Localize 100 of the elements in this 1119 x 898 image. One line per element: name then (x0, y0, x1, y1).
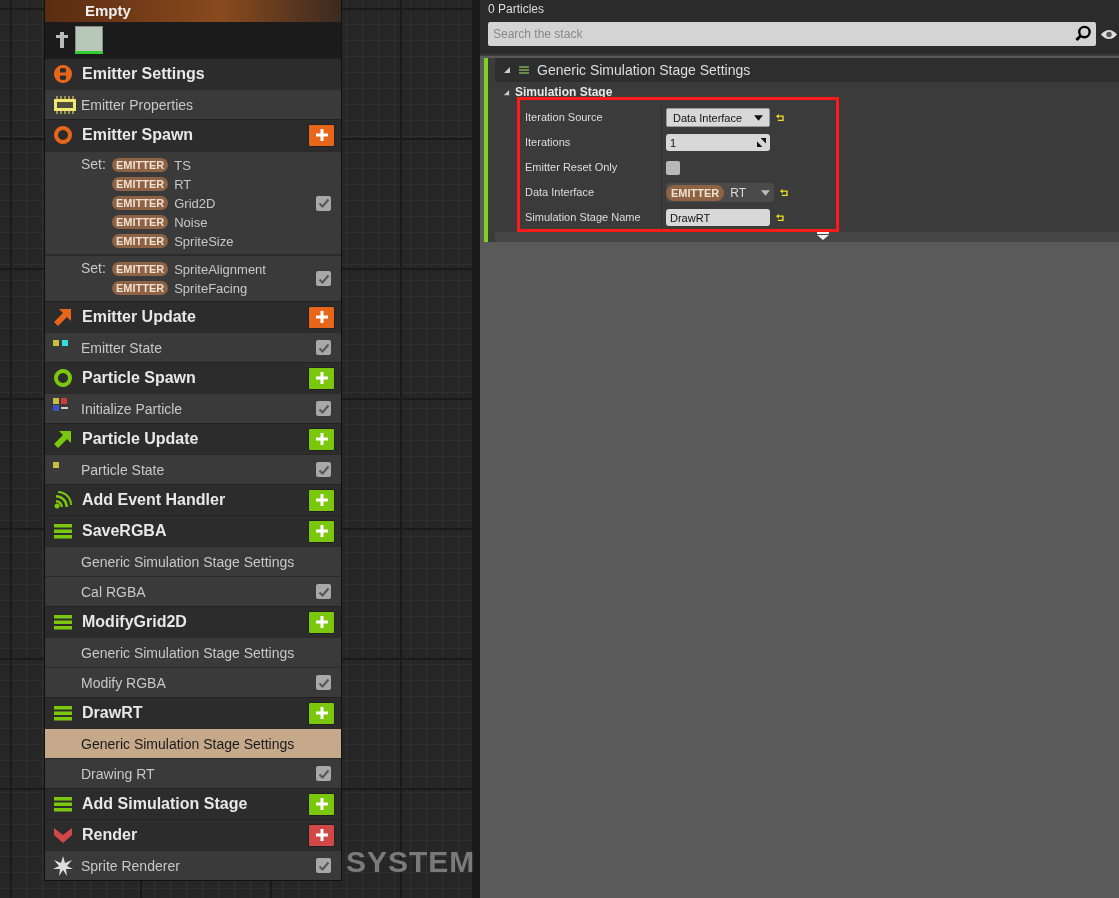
parameter-name: Noise (174, 214, 208, 230)
property-label: Emitter Reset Only (495, 155, 662, 180)
stage-title: Particle Update (82, 430, 200, 448)
stage-title: ModifyGrid2D (82, 613, 188, 631)
collapse-arrow-icon[interactable] (503, 88, 510, 96)
parameter-name: RT (730, 185, 748, 200)
stage-title: DrawRT (82, 704, 144, 722)
module-label: Generic Simulation Stage Settings (81, 644, 296, 661)
plus-icon (314, 797, 329, 811)
panel-header[interactable]: Generic Simulation Stage Settings (495, 58, 1119, 82)
stage-title: Render (82, 826, 139, 844)
stage-header[interactable]: DrawRT (45, 697, 341, 728)
add-module-button[interactable] (308, 519, 335, 543)
stage-title: Add Simulation Stage (82, 795, 249, 813)
checkbox[interactable] (666, 160, 680, 175)
parameter-dropdown[interactable]: EMITTER RT (666, 183, 774, 202)
number-field[interactable]: 1 (666, 134, 770, 151)
stage-header[interactable]: Render (45, 819, 341, 850)
namespace-badge: EMITTER (111, 196, 169, 210)
plus-icon (314, 371, 329, 385)
stage-header[interactable]: Add Simulation Stage (45, 788, 341, 819)
namespace-badge: EMITTER (111, 234, 169, 248)
stage-header[interactable]: Add Event Handler (45, 484, 341, 515)
enabled-checkbox[interactable] (316, 584, 331, 599)
reset-arrow-icon[interactable] (780, 188, 789, 197)
module-row[interactable]: Emitter State (45, 332, 341, 362)
scroll-down-icon[interactable] (817, 232, 829, 240)
enabled-checkbox[interactable] (316, 858, 331, 873)
reset-arrow-icon[interactable] (776, 113, 785, 122)
particle-count: 0 Particles (488, 2, 546, 16)
stage-header[interactable]: Particle Spawn (45, 362, 341, 393)
property-label: Iteration Source (495, 105, 662, 130)
stage-header[interactable]: Emitter Spawn (45, 119, 341, 150)
module-row[interactable]: Particle State (45, 454, 341, 484)
plus-icon (314, 493, 329, 507)
parameter-name: Grid2D (174, 195, 216, 211)
stage-header[interactable]: Emitter Update (45, 301, 341, 332)
module-label: Drawing RT (81, 765, 156, 782)
plus-icon (314, 524, 329, 538)
search-field[interactable]: Search the stack (488, 22, 1096, 46)
module-label: Initialize Particle (81, 400, 184, 417)
add-module-button[interactable] (308, 701, 335, 725)
module-row[interactable]: Cal RGBA (45, 576, 341, 606)
property-label: Iterations (495, 130, 662, 155)
stage-header[interactable]: Emitter Settings (45, 58, 341, 89)
module-row[interactable]: Initialize Particle (45, 393, 341, 423)
module-row[interactable]: Modify RGBA (45, 667, 341, 697)
stage-title: Add Event Handler (82, 491, 227, 509)
square-icon (53, 461, 59, 468)
plus-icon (314, 615, 329, 629)
module-row[interactable]: Emitter Properties (45, 89, 341, 119)
stage-header[interactable]: SaveRGBA (45, 515, 341, 546)
squares-icon (53, 398, 68, 411)
reset-arrow-icon[interactable] (776, 213, 785, 222)
module-row[interactable]: Sprite Renderer (45, 850, 341, 880)
module-row[interactable]: Generic Simulation Stage Settings (45, 546, 341, 576)
property-label: Simulation Stage Name (495, 205, 662, 230)
add-module-button[interactable] (308, 427, 335, 451)
module-row[interactable]: Drawing RT (45, 758, 341, 788)
caret-icon (761, 189, 770, 196)
dropdown[interactable]: Data Interface (666, 108, 770, 127)
enabled-checkbox[interactable] (316, 675, 331, 690)
parameter-name: SpriteSize (174, 233, 234, 249)
stage-title: Emitter Spawn (82, 126, 195, 144)
set-module-row[interactable]: Set: EMITTER SpriteAlignment EMITTER SpriteFacing (45, 254, 341, 301)
module-label: Cal RGBA (81, 583, 147, 600)
add-module-button[interactable] (308, 366, 335, 390)
enabled-checkbox[interactable] (316, 195, 331, 211)
collapse-arrow-icon[interactable] (503, 66, 511, 74)
namespace-badge: EMITTER (111, 158, 169, 172)
add-module-button[interactable] (308, 823, 335, 847)
enabled-checkbox[interactable] (316, 766, 331, 781)
enabled-checkbox[interactable] (316, 462, 331, 477)
stage-header[interactable]: Particle Update (45, 423, 341, 454)
plus-icon (314, 432, 329, 446)
module-label: Sprite Renderer (81, 857, 181, 874)
parameter-name: TS (174, 157, 191, 173)
stage-title: Particle Spawn (82, 369, 197, 387)
module-label: Generic Simulation Stage Settings (81, 553, 296, 570)
module-label: Emitter Properties (81, 96, 195, 113)
eye-icon[interactable] (1100, 27, 1118, 41)
add-module-button[interactable] (308, 792, 335, 816)
enabled-checkbox[interactable] (316, 340, 331, 355)
panel-title: Generic Simulation Stage Settings (537, 62, 751, 78)
text-field[interactable]: DrawRT (666, 209, 770, 226)
plus-icon (314, 706, 329, 720)
stage-header[interactable]: ModifyGrid2D (45, 606, 341, 637)
module-row[interactable]: Generic Simulation Stage Settings (45, 728, 341, 758)
search-icon (1075, 25, 1092, 42)
module-row[interactable]: Generic Simulation Stage Settings (45, 637, 341, 667)
enabled-checkbox[interactable] (316, 271, 331, 286)
add-module-button[interactable] (308, 610, 335, 634)
add-module-button[interactable] (308, 305, 335, 329)
stage-title: SaveRGBA (82, 522, 168, 540)
stage-title: Emitter Settings (82, 65, 206, 83)
plus-icon (314, 128, 329, 142)
enabled-checkbox[interactable] (316, 401, 331, 416)
add-module-button[interactable] (308, 488, 335, 512)
set-module-row[interactable]: Set: EMITTER TS EMITTER RT EMITTER Grid2D EMITTER Noise EMITTER SpriteSize (45, 150, 341, 254)
add-module-button[interactable] (308, 123, 335, 147)
